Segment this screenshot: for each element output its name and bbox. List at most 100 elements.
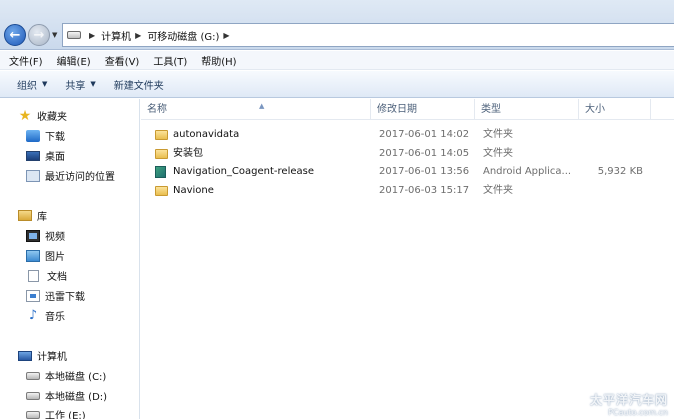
- file-date: 2017-06-01 13:56: [379, 166, 470, 177]
- file-name: 安装包: [173, 148, 203, 159]
- column-type-label: 类型: [481, 104, 501, 115]
- site-watermark: 太平洋汽车网 PCauto.com.cn: [590, 391, 668, 417]
- share-label: 共享: [65, 80, 86, 92]
- organize-button[interactable]: 组织 ▼: [8, 77, 56, 92]
- nav-item-label: 图片: [45, 252, 65, 263]
- desktop-icon: [26, 150, 40, 161]
- file-type: 文件夹: [483, 185, 513, 196]
- back-button[interactable]: ←: [4, 24, 26, 46]
- hard-drive-icon: [26, 410, 40, 419]
- new-folder-button[interactable]: 新建文件夹: [105, 77, 173, 92]
- apk-file-icon: [155, 166, 166, 178]
- column-size-label: 大小: [585, 104, 605, 115]
- nav-item-music[interactable]: ♪ 音乐: [26, 307, 65, 324]
- arrow-right-icon: →: [33, 27, 45, 43]
- column-header-size[interactable]: 大小: [579, 99, 651, 120]
- nav-item-drive-c[interactable]: 本地磁盘 (C:): [26, 368, 106, 383]
- downloads-folder-icon: [26, 129, 40, 142]
- menu-tools[interactable]: 工具(T): [146, 53, 194, 68]
- column-header-date[interactable]: 修改日期: [371, 99, 475, 120]
- file-date: 2017-06-01 14:05: [379, 148, 470, 159]
- star-icon: ★: [18, 107, 32, 124]
- nav-item-videos[interactable]: 视频: [26, 228, 65, 243]
- folder-icon: [155, 130, 168, 140]
- share-button[interactable]: 共享 ▼: [56, 77, 104, 92]
- nav-item-label: 桌面: [45, 152, 65, 163]
- watermark-cn: 太平洋汽车网: [589, 393, 668, 407]
- file-type: 文件夹: [483, 148, 513, 159]
- video-library-icon: [26, 229, 40, 242]
- forward-button[interactable]: →: [28, 24, 50, 46]
- menu-bar: 文件(F) 编辑(E) 查看(V) 工具(T) 帮助(H): [0, 51, 674, 70]
- breadcrumb-computer[interactable]: 计算机: [101, 28, 131, 43]
- file-size: 5,932 KB: [597, 166, 643, 177]
- menu-file[interactable]: 文件(F): [2, 53, 50, 68]
- nav-item-label: 本地磁盘 (C:): [45, 372, 107, 383]
- music-note-icon: ♪: [28, 307, 38, 323]
- drive-icon: [67, 31, 81, 39]
- file-name: autonavidata: [173, 129, 240, 140]
- system-drive-icon: [26, 371, 40, 380]
- recent-pages-dropdown-icon[interactable]: ▼: [52, 31, 57, 39]
- nav-item-drive-d[interactable]: 本地磁盘 (D:): [26, 388, 107, 403]
- nav-item-downloads[interactable]: 下载: [26, 128, 65, 143]
- file-size: [581, 126, 643, 144]
- nav-item-label: 文档: [47, 272, 67, 283]
- folder-icon: [155, 186, 168, 196]
- nav-item-drive-e[interactable]: 工作 (E:): [26, 407, 86, 419]
- nav-item-documents[interactable]: 文档: [28, 268, 67, 283]
- nav-libraries[interactable]: 库: [18, 208, 47, 223]
- menu-edit[interactable]: 编辑(E): [50, 53, 98, 68]
- address-input[interactable]: ▶ 计算机 ▶ 可移动磁盘 (G:) ▶: [62, 23, 674, 47]
- column-date-label: 修改日期: [377, 104, 417, 115]
- nav-item-xunlei-downloads[interactable]: 迅雷下载: [26, 288, 85, 303]
- file-name-cell: Navigation_Coagent-release: [155, 163, 314, 181]
- chevron-right-icon[interactable]: ▶: [135, 31, 141, 40]
- folder-icon: [155, 149, 168, 159]
- file-date: 2017-06-03 15:17: [379, 185, 470, 196]
- menu-help[interactable]: 帮助(H): [194, 53, 243, 68]
- chevron-right-icon[interactable]: ▶: [223, 31, 229, 40]
- sort-ascending-icon: ▲: [259, 102, 265, 110]
- file-list-pane: 名称 ▲ 修改日期 类型 大小 autonavidata 2017-06-01 …: [141, 99, 674, 419]
- file-name-cell: autonavidata: [155, 126, 239, 144]
- address-bar-region: ← → ▼ ▶ 计算机 ▶ 可移动磁盘 (G:) ▶: [0, 0, 674, 50]
- column-header-name[interactable]: 名称 ▲: [141, 99, 371, 120]
- nav-item-desktop[interactable]: 桌面: [26, 148, 65, 163]
- navigation-pane: ★ 收藏夹 下载 桌面 最近访问的位置 库 视频 图片 文档 迅雷下载 ♪ 音乐: [0, 99, 140, 419]
- column-header-type[interactable]: 类型: [475, 99, 579, 120]
- recent-places-icon: [26, 169, 40, 182]
- file-row[interactable]: autonavidata 2017-06-01 14:02 文件夹: [141, 126, 674, 144]
- breadcrumb-removable-disk[interactable]: 可移动磁盘 (G:): [147, 28, 219, 43]
- file-type: Android Applica...: [483, 166, 572, 177]
- nav-item-recent-places[interactable]: 最近访问的位置: [26, 168, 115, 183]
- nav-favorites[interactable]: ★ 收藏夹: [18, 107, 67, 124]
- new-folder-label: 新建文件夹: [113, 80, 164, 92]
- documents-library-icon: [28, 269, 39, 282]
- xunlei-library-icon: [26, 289, 40, 302]
- nav-libraries-label: 库: [37, 212, 47, 223]
- chevron-right-icon[interactable]: ▶: [89, 31, 95, 40]
- nav-computer[interactable]: 计算机: [18, 348, 67, 363]
- chevron-down-icon: ▼: [42, 80, 48, 88]
- file-row[interactable]: Navigation_Coagent-release 2017-06-01 13…: [141, 163, 674, 181]
- file-name: Navigation_Coagent-release: [173, 166, 314, 177]
- file-name-cell: 安装包: [155, 145, 203, 163]
- arrow-left-icon: ←: [9, 27, 21, 43]
- column-name-label: 名称: [147, 104, 167, 115]
- nav-item-label: 视频: [45, 232, 65, 243]
- nav-item-label: 音乐: [45, 312, 65, 323]
- nav-item-pictures[interactable]: 图片: [26, 248, 65, 263]
- nav-favorites-label: 收藏夹: [37, 112, 67, 123]
- nav-item-label: 迅雷下载: [45, 292, 85, 303]
- nav-item-label: 本地磁盘 (D:): [45, 392, 108, 403]
- file-name: Navione: [173, 185, 214, 196]
- file-row[interactable]: Navione 2017-06-03 15:17 文件夹: [141, 182, 674, 200]
- watermark-en: PCauto.com.cn: [608, 408, 668, 417]
- file-size: [581, 145, 643, 163]
- file-date: 2017-06-01 14:02: [379, 129, 470, 140]
- menu-view[interactable]: 查看(V): [98, 53, 147, 68]
- file-name-cell: Navione: [155, 182, 214, 200]
- file-row[interactable]: 安装包 2017-06-01 14:05 文件夹: [141, 145, 674, 163]
- file-size: [581, 182, 643, 200]
